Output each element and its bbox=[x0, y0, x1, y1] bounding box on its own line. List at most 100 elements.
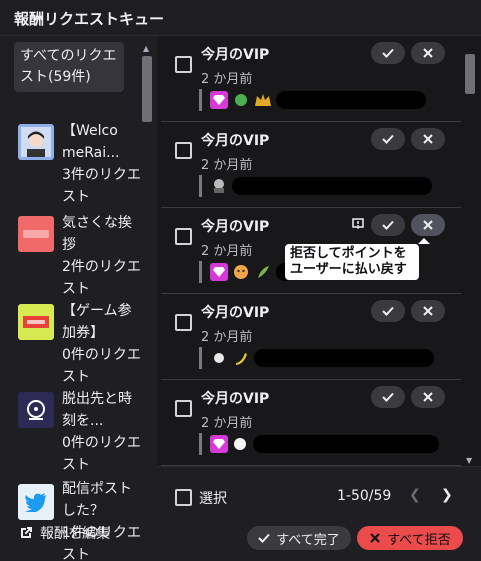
plant-emote-icon bbox=[254, 263, 272, 281]
reject-button[interactable] bbox=[411, 386, 445, 408]
request-checkbox[interactable] bbox=[175, 228, 192, 245]
close-icon bbox=[423, 48, 433, 58]
slime-emote-icon bbox=[232, 91, 250, 109]
approve-button[interactable] bbox=[371, 214, 405, 236]
sidebar-item-escape[interactable]: 脱出先と時刻を... 0件のリクエスト bbox=[14, 388, 144, 478]
request-title: 今月のVIP bbox=[201, 305, 270, 321]
reject-button[interactable] bbox=[411, 300, 445, 322]
footer-bar: 選択 1-50/59 ❮ ❯ すべて完了 すべて拒否 bbox=[157, 466, 481, 561]
edit-rewards-link[interactable]: 報酬を編集 bbox=[18, 520, 110, 546]
check-icon bbox=[382, 48, 394, 58]
sidebar-item-greeting[interactable]: 気さくな挨拶 2件のリクエスト bbox=[14, 212, 144, 302]
request-time: 2 か月前 bbox=[201, 158, 253, 173]
report-icon[interactable] bbox=[352, 218, 364, 230]
banana-emote-icon bbox=[232, 349, 250, 367]
ticket-icon bbox=[18, 304, 54, 340]
sidebar-item-label: 気さくな挨拶 bbox=[62, 215, 132, 253]
twitter-icon bbox=[18, 484, 54, 520]
reject-all-label: すべて拒否 bbox=[387, 532, 451, 548]
sidebar-item-count: 2件のリクエスト bbox=[62, 259, 141, 297]
greeting-icon bbox=[18, 216, 54, 252]
complete-all-button[interactable]: すべて完了 bbox=[247, 526, 351, 550]
approve-button[interactable] bbox=[371, 128, 405, 150]
request-title: 今月のVIP bbox=[201, 47, 270, 63]
sidebar-item-ticket[interactable]: 【ゲーム参加券】 0件のリクエスト bbox=[14, 300, 144, 390]
reject-tooltip: 拒否してポイントをユーザーに払い戻す bbox=[285, 238, 430, 280]
request-scroll-thumb[interactable] bbox=[465, 54, 475, 94]
check-icon bbox=[382, 392, 394, 402]
scroll-down-icon[interactable]: ▼ bbox=[466, 456, 472, 465]
request-time: 2 か月前 bbox=[201, 244, 253, 259]
request-time: 2 か月前 bbox=[201, 330, 253, 345]
avatar-icon bbox=[18, 124, 54, 160]
diamond-emote-icon bbox=[210, 91, 228, 109]
request-checkbox[interactable] bbox=[175, 56, 192, 73]
close-icon bbox=[423, 392, 433, 402]
sidebar-item-label: 【ゲーム参加券】 bbox=[62, 303, 132, 341]
sidebar-item-count: 0件のリクエスト bbox=[62, 435, 141, 473]
request-title: 今月のVIP bbox=[201, 219, 270, 235]
page-title: 報酬リクエストキュー bbox=[14, 10, 165, 28]
diamond-emote-icon bbox=[210, 435, 228, 453]
select-label: 選択 bbox=[199, 491, 227, 507]
request-card: 今月のVIP 2 か月前 bbox=[161, 122, 461, 208]
redacted-text bbox=[232, 177, 432, 195]
sidebar-item-welcome[interactable]: 【Welco meRai... 3件のリクエスト bbox=[14, 120, 144, 210]
close-icon bbox=[423, 306, 433, 316]
sidebar-item-label: 【Welco meRai... bbox=[62, 123, 120, 161]
approve-button[interactable] bbox=[371, 300, 405, 322]
complete-all-label: すべて完了 bbox=[276, 532, 340, 548]
request-checkbox[interactable] bbox=[175, 400, 192, 417]
clock-icon bbox=[18, 392, 54, 428]
prev-page-icon[interactable]: ❮ bbox=[409, 487, 421, 503]
close-icon bbox=[370, 533, 380, 543]
next-page-icon[interactable]: ❯ bbox=[441, 487, 453, 503]
redacted-text bbox=[254, 349, 434, 367]
reject-button[interactable] bbox=[411, 214, 445, 236]
ghost-emote-icon bbox=[232, 435, 250, 453]
scroll-up-icon[interactable]: ▲ bbox=[143, 44, 149, 53]
sidebar-scroll-thumb[interactable] bbox=[142, 56, 152, 122]
sidebar-item-count: 3件のリクエスト bbox=[62, 167, 141, 205]
sidebar-item-label: 脱出先と時刻を... bbox=[62, 391, 132, 429]
check-icon bbox=[382, 134, 394, 144]
request-message bbox=[199, 175, 439, 197]
request-checkbox[interactable] bbox=[175, 142, 192, 159]
close-icon bbox=[423, 220, 433, 230]
sidebar-item-count: 0件のリクエスト bbox=[62, 347, 141, 385]
external-link-icon bbox=[21, 527, 32, 538]
request-list-scrollbar[interactable]: ▼ bbox=[463, 44, 477, 466]
diamond-emote-icon bbox=[210, 263, 228, 281]
select-all-checkbox[interactable] bbox=[175, 489, 192, 506]
close-icon bbox=[423, 134, 433, 144]
check-icon bbox=[382, 220, 394, 230]
edit-rewards-label: 報酬を編集 bbox=[40, 526, 110, 542]
approve-button[interactable] bbox=[371, 386, 405, 408]
header-bar: 報酬リクエストキュー bbox=[0, 0, 481, 36]
request-time: 2 か月前 bbox=[201, 416, 253, 431]
redacted-text bbox=[276, 91, 426, 109]
check-icon bbox=[382, 306, 394, 316]
reject-all-button[interactable]: すべて拒否 bbox=[357, 526, 463, 550]
request-message bbox=[199, 433, 440, 455]
request-message bbox=[199, 347, 439, 369]
sparkle-emote-icon bbox=[210, 349, 228, 367]
approve-button[interactable] bbox=[371, 42, 405, 64]
face-emote-icon bbox=[232, 263, 250, 281]
reject-button[interactable] bbox=[411, 128, 445, 150]
reject-button[interactable] bbox=[411, 42, 445, 64]
request-time: 2 か月前 bbox=[201, 72, 253, 87]
request-checkbox[interactable] bbox=[175, 314, 192, 331]
page-info: 1-50/59 bbox=[337, 488, 392, 504]
request-list: 今月のVIP 2 か月前 今月のVIP 2 か月前 今月のVIP 2 か月前 今… bbox=[157, 36, 481, 466]
request-title: 今月のVIP bbox=[201, 133, 270, 149]
sidebar-item-label: 配信ポストした？ bbox=[62, 481, 132, 519]
redacted-text bbox=[253, 435, 440, 453]
request-card: 今月のVIP 2 か月前 bbox=[161, 380, 461, 466]
sidebar-item-all[interactable]: すべてのリクエスト(59件) bbox=[14, 42, 124, 92]
request-message bbox=[199, 89, 439, 111]
reward-sidebar: すべてのリクエスト(59件) 【Welco meRai... 3件のリクエスト … bbox=[0, 36, 157, 561]
crown-emote-icon bbox=[254, 91, 272, 109]
sidebar-scrollbar[interactable]: ▲ bbox=[140, 44, 154, 514]
request-title: 今月のVIP bbox=[201, 391, 270, 407]
